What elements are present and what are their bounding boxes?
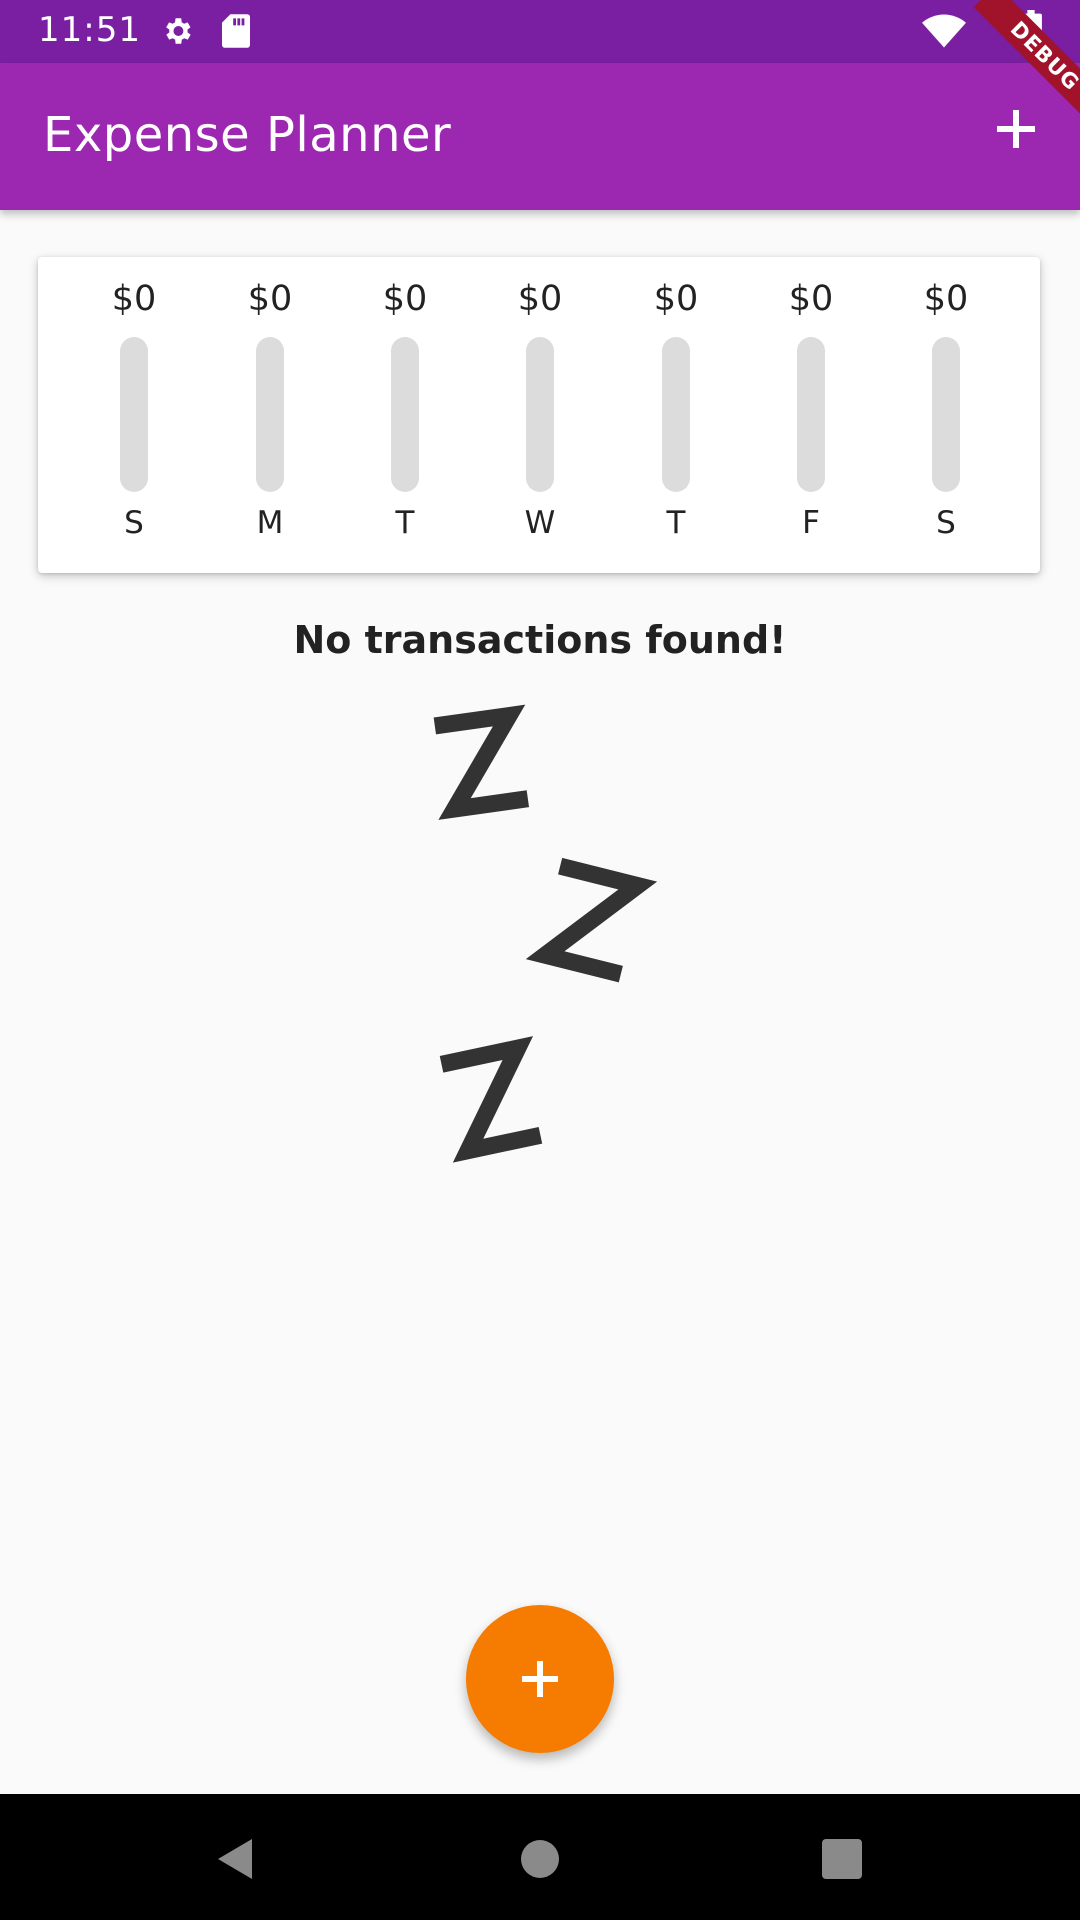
chart-track bbox=[120, 337, 148, 492]
chart-amount: $0 bbox=[111, 279, 157, 319]
chart-day-label: M bbox=[256, 505, 284, 541]
chart-bar-monday: $0 M bbox=[220, 257, 320, 573]
home-icon[interactable] bbox=[515, 1834, 565, 1884]
recents-icon[interactable] bbox=[817, 1834, 867, 1884]
chart-bar-saturday: $0 S bbox=[896, 257, 996, 573]
chart-day-label: T bbox=[395, 505, 415, 541]
app-bar: Expense Planner bbox=[0, 63, 1080, 210]
chart-amount: $0 bbox=[517, 279, 563, 319]
chart-bar-friday: $0 F bbox=[761, 257, 861, 573]
status-bar: 11:51 bbox=[0, 0, 1080, 63]
add-icon bbox=[522, 1661, 558, 1697]
chart-track bbox=[391, 337, 419, 492]
chart-day-label: W bbox=[524, 505, 556, 541]
add-icon bbox=[997, 110, 1035, 148]
chart-bar-thursday: $0 T bbox=[626, 257, 726, 573]
add-transaction-fab[interactable] bbox=[466, 1605, 614, 1753]
wifi-icon bbox=[922, 14, 966, 48]
weekly-chart-card: $0 S $0 M $0 T $0 W $0 T $0 F $0 S bbox=[38, 257, 1040, 573]
chart-track bbox=[526, 337, 554, 492]
chart-amount: $0 bbox=[653, 279, 699, 319]
chart-day-label: S bbox=[936, 505, 956, 541]
chart-track bbox=[256, 337, 284, 492]
chart-day-label: S bbox=[124, 505, 144, 541]
sd-card-icon bbox=[222, 14, 250, 48]
empty-state-message: No transactions found! bbox=[293, 618, 787, 662]
chart-day-label: T bbox=[666, 505, 686, 541]
system-nav-bar bbox=[0, 1794, 1080, 1920]
back-icon[interactable] bbox=[210, 1834, 260, 1884]
status-time: 11:51 bbox=[38, 10, 141, 50]
zzz-sleep-image bbox=[433, 704, 658, 1163]
settings-icon bbox=[166, 18, 191, 44]
chart-day-label: F bbox=[802, 505, 820, 541]
chart-amount: $0 bbox=[923, 279, 969, 319]
app-title: Expense Planner bbox=[43, 107, 452, 163]
chart-bar-sunday: $0 S bbox=[84, 257, 184, 573]
chart-amount: $0 bbox=[382, 279, 428, 319]
chart-amount: $0 bbox=[247, 279, 293, 319]
chart-bar-tuesday: $0 T bbox=[355, 257, 455, 573]
app-screen: 11:51 Expense Planner DEBUG $0 S $0 M $0… bbox=[0, 0, 1080, 1920]
chart-track bbox=[797, 337, 825, 492]
chart-track bbox=[662, 337, 690, 492]
chart-track bbox=[932, 337, 960, 492]
add-transaction-button[interactable] bbox=[980, 93, 1052, 165]
chart-amount: $0 bbox=[788, 279, 834, 319]
chart-bar-wednesday: $0 W bbox=[490, 257, 590, 573]
